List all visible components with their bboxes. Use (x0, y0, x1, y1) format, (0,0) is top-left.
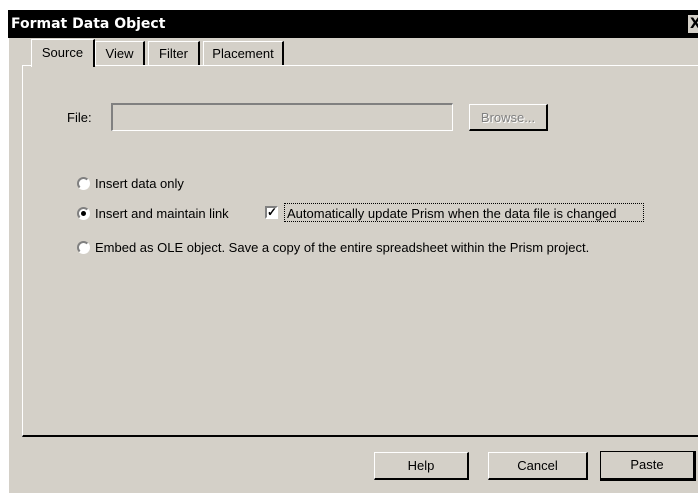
source-tab-panel (22, 65, 698, 437)
tab-placement[interactable]: Placement (203, 41, 284, 65)
tab-source-label: Source (41, 45, 84, 60)
tab-filter[interactable]: Filter (148, 41, 200, 65)
help-button-label: Help (407, 458, 435, 473)
cancel-button[interactable]: Cancel (488, 452, 588, 480)
close-icon[interactable]: X (688, 15, 698, 33)
tab-source[interactable]: Source (31, 39, 95, 67)
tab-filter-label: Filter (159, 46, 188, 61)
tab-view-label: View (105, 46, 134, 61)
title-bar[interactable]: Format Data Object X (8, 10, 698, 38)
cancel-button-label: Cancel (517, 458, 558, 473)
dialog-title: Format Data Object (11, 16, 166, 32)
help-button[interactable]: Help (374, 452, 469, 480)
paste-button-label: Paste (630, 457, 664, 472)
tab-view[interactable]: View (95, 41, 145, 65)
tab-placement-label: Placement (212, 46, 274, 61)
paste-button[interactable]: Paste (600, 451, 696, 481)
